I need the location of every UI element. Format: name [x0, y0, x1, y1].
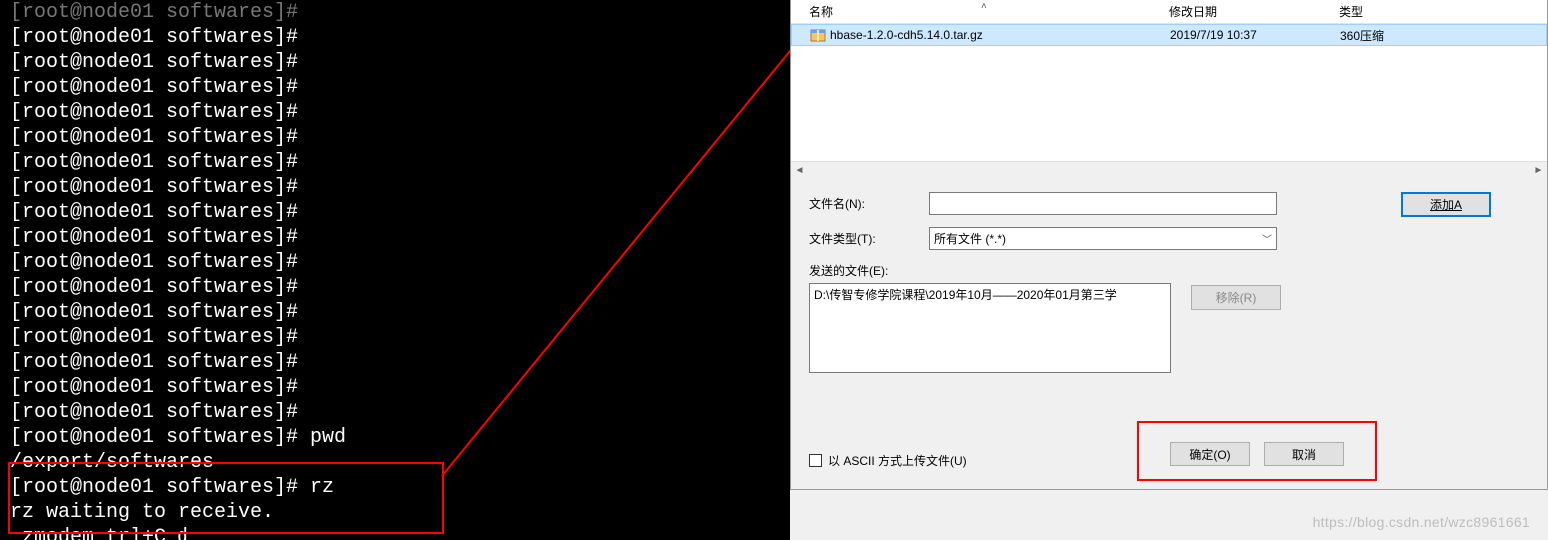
filename-input[interactable] [929, 192, 1277, 215]
filetype-label: 文件类型(T): [809, 230, 929, 247]
filename-label: 文件名(N): [809, 195, 929, 212]
ascii-checkbox-label: 以 ASCII 方式上传文件(U) [828, 452, 967, 469]
scroll-left-icon[interactable]: ◄ [791, 162, 808, 179]
scroll-right-icon[interactable]: ► [1530, 162, 1547, 179]
filetype-value: 所有文件 (*.*) [934, 230, 1006, 247]
file-list-row[interactable]: hbase-1.2.0-cdh5.14.0.tar.gz 2019/7/19 1… [791, 24, 1547, 46]
cancel-button[interactable]: 取消 [1264, 442, 1344, 466]
sort-indicator-icon: ˄ [981, 1, 987, 12]
column-header-type[interactable]: 类型 [1339, 3, 1547, 20]
ok-button[interactable]: 确定(O) [1170, 442, 1250, 466]
file-type: 360压缩 [1340, 27, 1546, 44]
column-header-date[interactable]: 修改日期 [1169, 3, 1339, 20]
annotation-ok-highlight: 确定(O) 取消 [1137, 421, 1377, 481]
file-upload-dialog: ˄ 名称 修改日期 类型 hbase-1.2.0-cdh5.14.0.tar.g… [790, 0, 1548, 490]
remove-button[interactable]: 移除(R) [1191, 285, 1281, 310]
file-date: 2019/7/19 10:37 [1170, 28, 1340, 42]
archive-icon [810, 27, 826, 43]
ascii-checkbox[interactable] [809, 454, 822, 467]
watermark-text: https://blog.csdn.net/wzc8961661 [1313, 514, 1530, 530]
chevron-down-icon: ﹀ [1262, 231, 1272, 246]
terminal-pane[interactable]: [root@node01 softwares]# [root@node01 so… [0, 0, 790, 540]
sendfiles-label: 发送的文件(E): [809, 262, 929, 279]
dialog-form-area: 文件名(N): 添加A 文件类型(T): 所有文件 (*.*) ﹀ 发送的文件(… [791, 178, 1547, 489]
filetype-select[interactable]: 所有文件 (*.*) ﹀ [929, 227, 1277, 250]
column-header-name[interactable]: 名称 [791, 3, 1169, 20]
sendfiles-item[interactable]: D:\传智专修学院课程\2019年10月——2020年01月第三学 [814, 286, 1166, 303]
sendfiles-listbox[interactable]: D:\传智专修学院课程\2019年10月——2020年01月第三学 [809, 283, 1171, 373]
file-name: hbase-1.2.0-cdh5.14.0.tar.gz [830, 28, 983, 42]
file-list[interactable]: ˄ 名称 修改日期 类型 hbase-1.2.0-cdh5.14.0.tar.g… [791, 0, 1547, 178]
horizontal-scrollbar[interactable]: ◄ ► [791, 161, 1547, 178]
scroll-thumb[interactable] [808, 162, 1530, 179]
file-list-header[interactable]: 名称 修改日期 类型 [791, 0, 1547, 24]
add-button[interactable]: 添加A [1401, 192, 1491, 217]
